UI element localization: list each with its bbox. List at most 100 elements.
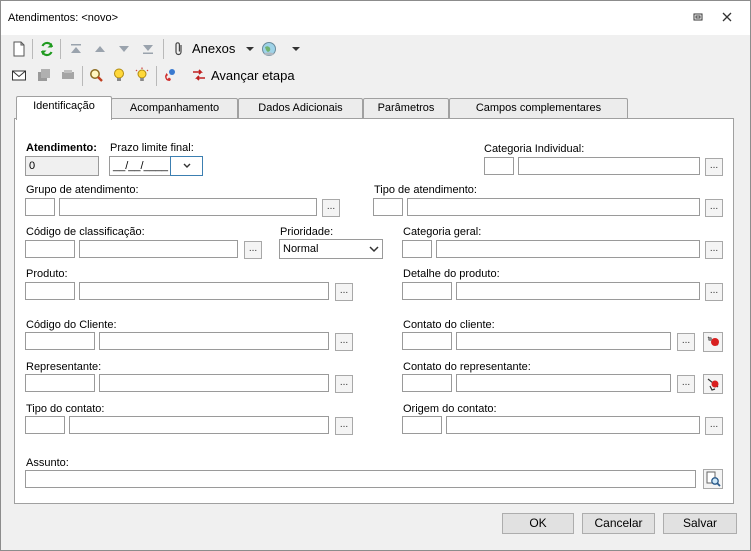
tipo-contato-lookup-button[interactable]: ...: [335, 417, 353, 435]
atendimento-label: Atendimento:: [26, 142, 97, 154]
first-record-icon[interactable]: [68, 41, 84, 57]
detalhe-produto-lookup-button[interactable]: ...: [705, 283, 723, 301]
toolbar-separator: [156, 66, 157, 86]
prioridade-select[interactable]: Normal: [279, 239, 383, 259]
tab-label: Acompanhamento: [129, 102, 220, 114]
date-dropdown-button[interactable]: [170, 156, 203, 176]
cancel-button[interactable]: Cancelar: [582, 513, 655, 534]
categoria-geral-lookup-button[interactable]: ...: [705, 241, 723, 259]
origem-contato-code-input[interactable]: [402, 416, 442, 434]
grupo-atendimento-lookup-button[interactable]: ...: [322, 199, 340, 217]
contact-card-red-icon: [707, 336, 719, 346]
prazo-limite-label: Prazo limite final:: [110, 142, 194, 154]
tipo-atendimento-code-input[interactable]: [373, 198, 403, 216]
atendimento-field: 0: [25, 156, 99, 176]
produto-lookup-button[interactable]: ...: [335, 283, 353, 301]
chevron-down-icon[interactable]: [288, 41, 304, 57]
codigo-cliente-code-input[interactable]: [25, 332, 95, 350]
contato-representante-code-input[interactable]: [402, 374, 452, 392]
produto-code-input[interactable]: [25, 282, 75, 300]
representante-desc-input[interactable]: [99, 374, 329, 392]
origem-contato-lookup-button[interactable]: ...: [705, 417, 723, 435]
tipo-atendimento-lookup-button[interactable]: ...: [705, 199, 723, 217]
tab-dados-adicionais[interactable]: Dados Adicionais: [238, 98, 363, 119]
grupo-atendimento-desc-input[interactable]: [59, 198, 317, 216]
restore-icon[interactable]: [691, 11, 705, 25]
tab-acompanhamento[interactable]: Acompanhamento: [111, 98, 238, 119]
refresh-icon[interactable]: [39, 41, 55, 57]
assunto-input[interactable]: [25, 470, 696, 488]
tab-parametros[interactable]: Parâmetros: [363, 98, 449, 119]
save-button[interactable]: Salvar: [663, 513, 737, 534]
detalhe-produto-desc-input[interactable]: [456, 282, 700, 300]
assunto-label: Assunto:: [26, 457, 69, 469]
tipo-contato-label: Tipo do contato:: [26, 403, 105, 415]
contato-representante-label: Contato do representante:: [403, 361, 531, 373]
representante-lookup-button[interactable]: ...: [335, 375, 353, 393]
tab-label: Identificação: [33, 100, 95, 112]
search-icon[interactable]: [88, 67, 104, 83]
contato-cliente-action-button[interactable]: [703, 332, 723, 352]
lightbulb-icon[interactable]: [111, 67, 127, 83]
advance-arrows-icon[interactable]: [191, 67, 207, 83]
prioridade-value: Normal: [283, 243, 319, 255]
print-disabled-icon: [60, 67, 76, 83]
grupo-atendimento-code-input[interactable]: [25, 198, 55, 216]
assunto-search-button[interactable]: [703, 469, 723, 489]
tipo-contato-desc-input[interactable]: [69, 416, 329, 434]
next-record-icon[interactable]: [116, 41, 132, 57]
tipo-atendimento-desc-input[interactable]: [407, 198, 700, 216]
detalhe-produto-code-input[interactable]: [402, 282, 452, 300]
envelope-icon[interactable]: [11, 67, 27, 83]
prazo-limite-field[interactable]: __/__/____: [109, 156, 171, 176]
phone-person-icon[interactable]: [163, 67, 179, 83]
ok-button[interactable]: OK: [502, 513, 574, 534]
contato-cliente-label: Contato do cliente:: [403, 319, 495, 331]
globe-icon[interactable]: [261, 41, 277, 57]
categoria-individual-desc-input[interactable]: [518, 157, 700, 175]
grupo-atendimento-label: Grupo de atendimento:: [26, 184, 139, 196]
tipo-contato-code-input[interactable]: [25, 416, 65, 434]
codigo-cliente-lookup-button[interactable]: ...: [335, 333, 353, 351]
contato-representante-lookup-button[interactable]: ...: [677, 375, 695, 393]
categoria-individual-lookup-button[interactable]: ...: [705, 158, 723, 176]
close-icon[interactable]: [720, 11, 734, 25]
chevron-down-icon[interactable]: [242, 41, 258, 57]
avancar-etapa-label[interactable]: Avançar etapa: [211, 68, 295, 83]
toolbar-separator: [163, 39, 164, 59]
paperclip-icon[interactable]: [171, 41, 187, 57]
codigo-classificacao-desc-input[interactable]: [79, 240, 238, 258]
origem-contato-desc-input[interactable]: [446, 416, 700, 434]
window-title: Atendimentos: <novo>: [8, 12, 119, 24]
codigo-classificacao-lookup-button[interactable]: ...: [244, 241, 262, 259]
categoria-geral-desc-input[interactable]: [436, 240, 700, 258]
contato-cliente-code-input[interactable]: [402, 332, 452, 350]
tab-label: Campos complementares: [475, 102, 602, 114]
new-document-icon[interactable]: [11, 41, 27, 57]
produto-label: Produto:: [26, 268, 68, 280]
toolbar-separator: [82, 66, 83, 86]
lightbulb-glow-icon[interactable]: [134, 67, 150, 83]
tab-label: Dados Adicionais: [258, 102, 343, 114]
anexos-label[interactable]: Anexos: [192, 41, 235, 56]
toolbar-separator: [32, 39, 33, 59]
previous-record-icon[interactable]: [92, 41, 108, 57]
title-bar: Atendimentos: <novo>: [1, 1, 750, 35]
tab-identificacao[interactable]: Identificação: [16, 96, 112, 120]
codigo-classificacao-code-input[interactable]: [25, 240, 75, 258]
origem-contato-label: Origem do contato:: [403, 403, 497, 415]
categoria-individual-code-input[interactable]: [484, 157, 514, 175]
chevron-down-icon: [183, 163, 191, 168]
contato-cliente-desc-input[interactable]: [456, 332, 671, 350]
contato-representante-desc-input[interactable]: [456, 374, 671, 392]
representante-code-input[interactable]: [25, 374, 95, 392]
contato-representante-action-button[interactable]: [703, 374, 723, 394]
codigo-cliente-desc-input[interactable]: [99, 332, 329, 350]
chevron-down-icon: [369, 246, 379, 253]
contato-cliente-lookup-button[interactable]: ...: [677, 333, 695, 351]
produto-desc-input[interactable]: [79, 282, 329, 300]
tab-campos-complementares[interactable]: Campos complementares: [449, 98, 628, 119]
last-record-icon[interactable]: [140, 41, 156, 57]
hand-pointer-icon: [707, 378, 719, 391]
categoria-geral-code-input[interactable]: [402, 240, 432, 258]
